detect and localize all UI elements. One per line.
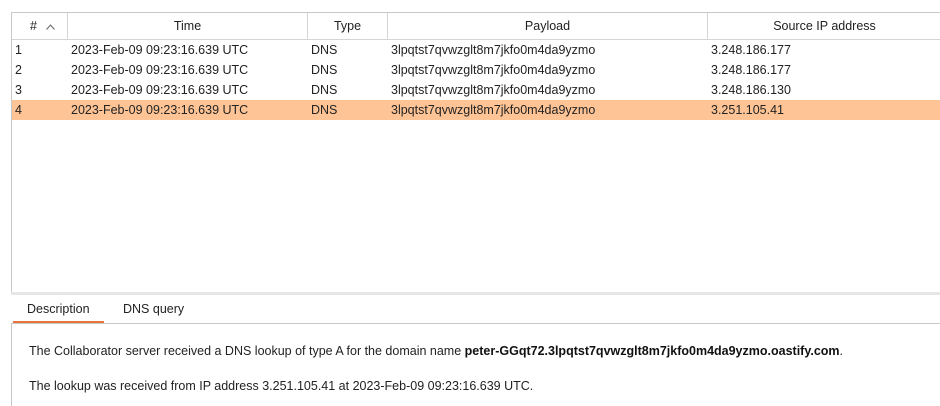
cell-payload: 3lpqtst7qvwzglt8m7jkfo0m4da9yzmo bbox=[391, 43, 596, 57]
column-header-number[interactable]: # bbox=[12, 13, 68, 39]
cell-number: 1 bbox=[15, 43, 22, 57]
domain-name: peter-GGqt72.3lpqtst7qvwzglt8m7jkfo0m4da… bbox=[464, 344, 840, 358]
description-line-2: The lookup was received from IP address … bbox=[29, 379, 534, 393]
cell-source-ip: 3.248.186.177 bbox=[711, 63, 791, 77]
cell-type: DNS bbox=[311, 63, 338, 77]
detail-tab-bar: Description DNS query bbox=[11, 297, 940, 324]
tab-description[interactable]: Description bbox=[13, 297, 104, 323]
cell-number: 4 bbox=[15, 103, 22, 117]
cell-payload: 3lpqtst7qvwzglt8m7jkfo0m4da9yzmo bbox=[391, 83, 596, 97]
column-header-time[interactable]: Time bbox=[68, 13, 308, 39]
table-row[interactable]: 1 2023-Feb-09 09:23:16.639 UTC DNS 3lpqt… bbox=[12, 40, 940, 60]
cell-time: 2023-Feb-09 09:23:16.639 UTC bbox=[71, 83, 249, 97]
cell-time: 2023-Feb-09 09:23:16.639 UTC bbox=[71, 43, 249, 57]
interactions-table: # Time Type Payload Source IP address 1 … bbox=[11, 12, 940, 293]
description-punctuation: . bbox=[839, 344, 844, 358]
cell-source-ip: 3.248.186.130 bbox=[711, 83, 791, 97]
description-panel: The Collaborator server received a DNS l… bbox=[29, 343, 929, 394]
cell-payload: 3lpqtst7qvwzglt8m7jkfo0m4da9yzmo bbox=[391, 63, 596, 77]
cell-time: 2023-Feb-09 09:23:16.639 UTC bbox=[71, 63, 249, 77]
panel-border bbox=[11, 323, 12, 406]
cell-number: 2 bbox=[15, 63, 22, 77]
column-header-source-ip[interactable]: Source IP address bbox=[708, 13, 940, 39]
cell-source-ip: 3.251.105.41 bbox=[711, 103, 784, 117]
column-header-label: # bbox=[30, 19, 37, 33]
table-row-selected[interactable]: 4 2023-Feb-09 09:23:16.639 UTC DNS 3lpqt… bbox=[12, 100, 940, 120]
column-header-type[interactable]: Type bbox=[308, 13, 388, 39]
description-line-1: The Collaborator server received a DNS l… bbox=[29, 343, 929, 359]
column-header-payload[interactable]: Payload bbox=[388, 13, 708, 39]
cell-type: DNS bbox=[311, 83, 338, 97]
cell-time: 2023-Feb-09 09:23:16.639 UTC bbox=[71, 103, 249, 117]
table-row[interactable]: 2 2023-Feb-09 09:23:16.639 UTC DNS 3lpqt… bbox=[12, 60, 940, 80]
table-row[interactable]: 3 2023-Feb-09 09:23:16.639 UTC DNS 3lpqt… bbox=[12, 80, 940, 100]
cell-source-ip: 3.248.186.177 bbox=[711, 43, 791, 57]
description-text: The Collaborator server received a DNS l… bbox=[29, 344, 465, 358]
tab-dns-query[interactable]: DNS query bbox=[109, 297, 198, 321]
panel-splitter[interactable] bbox=[11, 292, 940, 295]
cell-number: 3 bbox=[15, 83, 22, 97]
sort-ascending-icon bbox=[46, 13, 56, 39]
cell-type: DNS bbox=[311, 103, 338, 117]
table-header: # Time Type Payload Source IP address bbox=[12, 13, 940, 40]
cell-payload: 3lpqtst7qvwzglt8m7jkfo0m4da9yzmo bbox=[391, 103, 596, 117]
cell-type: DNS bbox=[311, 43, 338, 57]
